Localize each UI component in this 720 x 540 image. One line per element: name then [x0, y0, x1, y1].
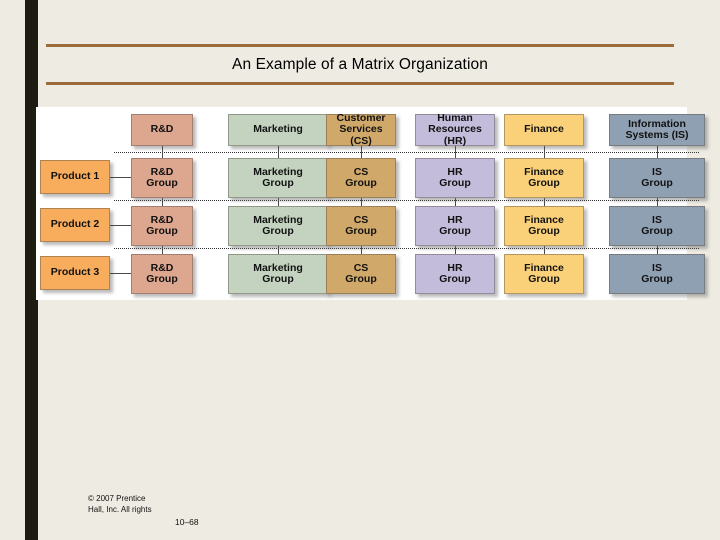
cell-product3-is: IS Group [609, 254, 705, 294]
row-label-product1-label: Product 1 [50, 170, 100, 183]
cell-product2-hr: HR Group [415, 206, 495, 246]
cell-product1-cs: CS Group [326, 158, 396, 198]
header-cs-label: Customer Services (CS) [336, 111, 386, 147]
row-label-product2-label: Product 2 [50, 218, 100, 231]
cell-product2-rd: R&D Group [131, 206, 193, 246]
header-finance: Finance [504, 114, 584, 146]
footer-copyright: © 2007 Prentice Hall, Inc. All rights [88, 494, 152, 514]
cell-product2-marketing: Marketing Group [228, 206, 328, 246]
matrix-organization-diagram: R&D Marketing Customer Services (CS) Human Re… [36, 107, 705, 300]
row-connector-product2 [110, 225, 131, 226]
cell-product3-is-label: IS Group [641, 261, 673, 285]
cell-product1-rd-label: R&D Group [146, 165, 178, 189]
cell-product2-is: IS Group [609, 206, 705, 246]
header-marketing: Marketing [228, 114, 328, 146]
cell-product3-hr: HR Group [415, 254, 495, 294]
header-hr-label: Human Resources (HR) [428, 111, 482, 147]
cell-product1-marketing: Marketing Group [228, 158, 328, 198]
row-connector-product3 [110, 273, 131, 274]
header-is-label: Information Systems (IS) [625, 117, 689, 141]
cell-product3-hr-label: HR Group [439, 261, 471, 285]
row-separator-3 [114, 248, 699, 249]
cell-product3-marketing-label: Marketing Group [253, 261, 303, 285]
row-separator-1 [114, 152, 699, 153]
cell-product1-finance-label: Finance Group [524, 165, 564, 189]
cell-product2-rd-label: R&D Group [146, 213, 178, 237]
cell-product2-hr-label: HR Group [439, 213, 471, 237]
cell-product2-is-label: IS Group [641, 213, 673, 237]
cell-product1-finance: Finance Group [504, 158, 584, 198]
header-marketing-label: Marketing [253, 123, 303, 136]
cell-product3-cs: CS Group [326, 254, 396, 294]
cell-product3-finance: Finance Group [504, 254, 584, 294]
cell-product2-marketing-label: Marketing Group [253, 213, 303, 237]
header-hr: Human Resources (HR) [415, 111, 495, 147]
cell-product2-finance: Finance Group [504, 206, 584, 246]
cell-product2-finance-label: Finance Group [524, 213, 564, 237]
header-rd-label: R&D [150, 123, 174, 136]
footer-slide-number: 10–68 [175, 517, 199, 527]
cell-product3-marketing: Marketing Group [228, 254, 328, 294]
cell-product1-marketing-label: Marketing Group [253, 165, 303, 189]
cell-product1-rd: R&D Group [131, 158, 193, 198]
cell-product3-cs-label: CS Group [345, 261, 377, 285]
cell-product1-hr-label: HR Group [439, 165, 471, 189]
row-label-product3: Product 3 [40, 256, 110, 290]
row-separator-2 [114, 200, 699, 201]
cell-product1-is-label: IS Group [641, 165, 673, 189]
header-is: Information Systems (IS) [609, 114, 705, 146]
cell-product3-rd: R&D Group [131, 254, 193, 294]
cell-product3-finance-label: Finance Group [524, 261, 564, 285]
row-label-product3-label: Product 3 [50, 266, 100, 279]
cell-product2-cs-label: CS Group [345, 213, 377, 237]
row-connector-product1 [110, 177, 131, 178]
title-block: An Example of a Matrix Organization [46, 44, 674, 85]
cell-product1-is: IS Group [609, 158, 705, 198]
header-rd: R&D [131, 114, 193, 146]
cell-product1-hr: HR Group [415, 158, 495, 198]
cell-product1-cs-label: CS Group [345, 165, 377, 189]
left-margin-strip [0, 0, 25, 540]
header-cs: Customer Services (CS) [326, 111, 396, 147]
cell-product2-cs: CS Group [326, 206, 396, 246]
cell-product3-rd-label: R&D Group [146, 261, 178, 285]
header-finance-label: Finance [524, 123, 564, 136]
row-label-product2: Product 2 [40, 208, 110, 242]
page-title: An Example of a Matrix Organization [232, 56, 488, 73]
row-label-product1: Product 1 [40, 160, 110, 194]
title-rule-bottom [46, 82, 674, 85]
